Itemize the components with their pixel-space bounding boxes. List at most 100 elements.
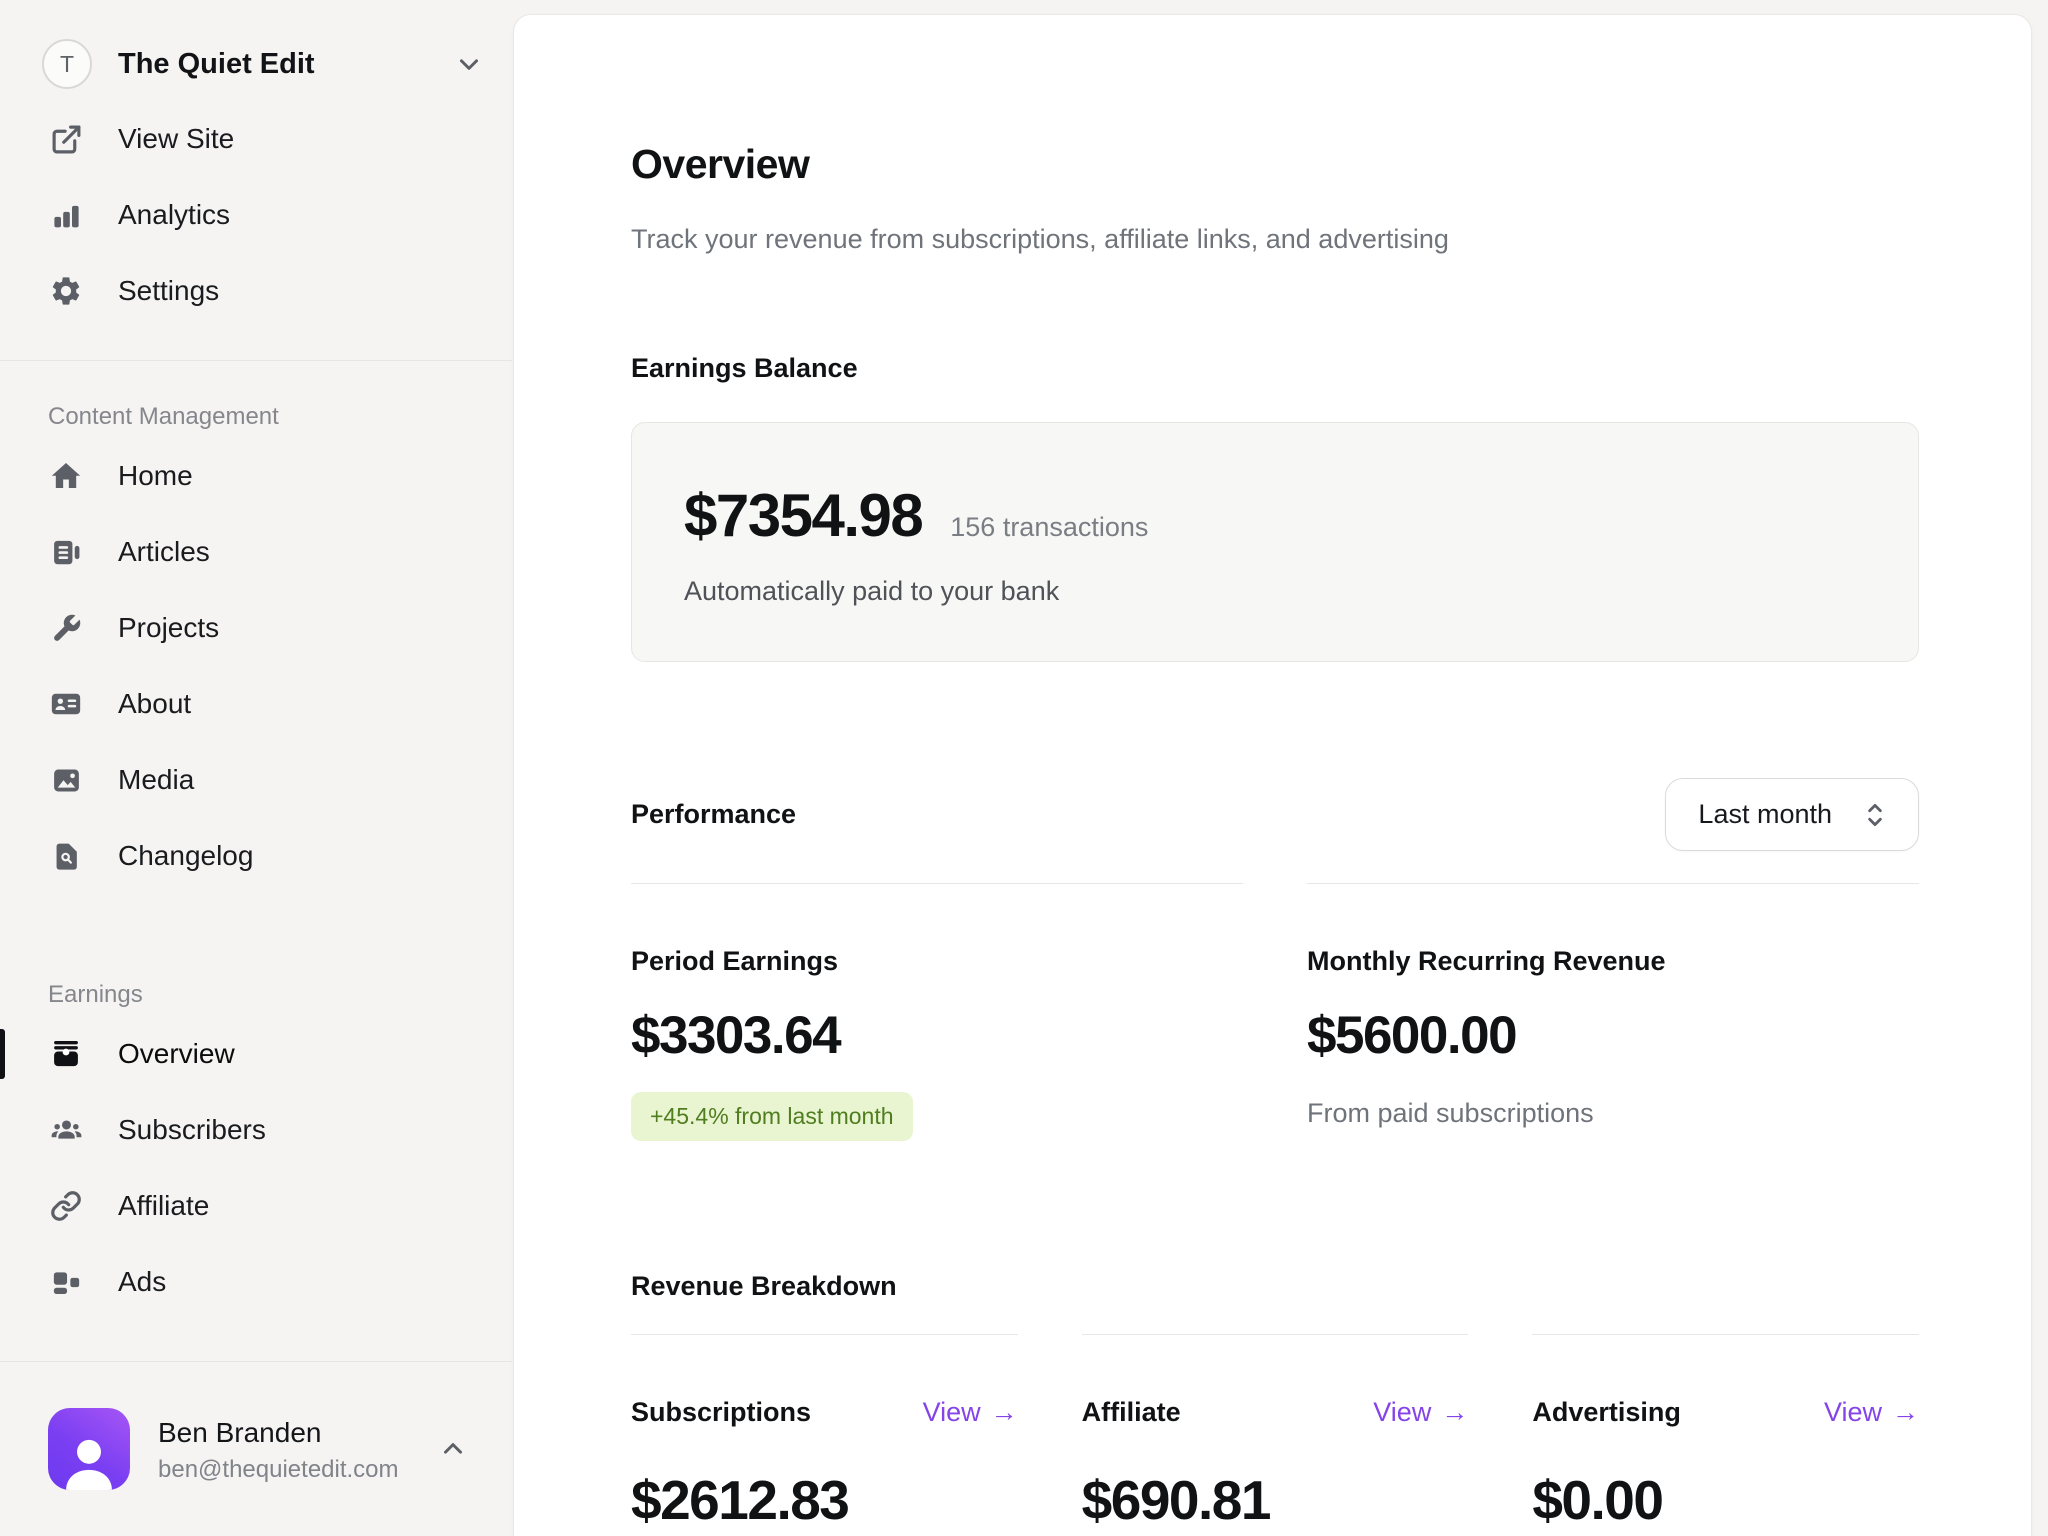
sidebar-item-subscribers[interactable]: Subscribers <box>0 1101 512 1159</box>
arrow-right-icon: → <box>991 1397 1018 1428</box>
sidebar-item-label: Analytics <box>118 199 230 231</box>
revenue-col-affiliate: Affiliate View → $690.81 <box>1082 1334 1469 1532</box>
sidebar-item-affiliate[interactable]: Affiliate <box>0 1177 512 1235</box>
sidebar-item-label: Overview <box>118 1038 235 1070</box>
metric-note: From paid subscriptions <box>1307 1098 1919 1129</box>
page-title: Overview <box>631 141 1919 188</box>
sidebar-item-projects[interactable]: Projects <box>0 599 512 657</box>
section-label-content-management: Content Management <box>48 403 512 431</box>
sidebar-item-label: Affiliate <box>118 1190 209 1222</box>
date-range-value: Last month <box>1698 799 1832 830</box>
view-link-label: View <box>1373 1397 1431 1428</box>
arrow-right-icon: → <box>1892 1397 1919 1428</box>
arrow-right-icon: → <box>1441 1397 1468 1428</box>
metric-label: Monthly Recurring Revenue <box>1307 946 1919 977</box>
earnings-balance-card: $7354.98 156 transactions Automatically … <box>631 422 1919 662</box>
transaction-count: 156 transactions <box>950 512 1148 543</box>
revenue-col-header: Affiliate View → <box>1082 1397 1469 1428</box>
site-initial: T <box>60 51 74 78</box>
metric-value: $3303.64 <box>631 1005 1243 1066</box>
sidebar-footer: Ben Branden ben@thequietedit.com <box>0 1361 512 1536</box>
metric-mrr: Monthly Recurring Revenue $5600.00 From … <box>1307 883 1919 1141</box>
performance-header: Performance Last month <box>631 778 1919 851</box>
view-link-label: View <box>923 1397 981 1428</box>
revenue-col-subscriptions: Subscriptions View → $2612.83 <box>631 1334 1018 1532</box>
sidebar-item-ads[interactable]: Ads <box>0 1253 512 1311</box>
revenue-value: $0.00 <box>1532 1468 1919 1532</box>
balance-row: $7354.98 156 transactions <box>684 481 1866 550</box>
performance-grid: Period Earnings $3303.64 +45.4% from las… <box>631 883 1919 1141</box>
main-area: Overview Track your revenue from subscri… <box>512 0 2048 1536</box>
view-subscriptions-link[interactable]: View → <box>923 1397 1018 1428</box>
sidebar-top-nav: View Site Analytics Settings <box>0 110 512 338</box>
home-icon <box>48 458 84 494</box>
view-advertising-link[interactable]: View → <box>1824 1397 1919 1428</box>
view-link-label: View <box>1824 1397 1882 1428</box>
content-card: Overview Track your revenue from subscri… <box>513 14 2032 1536</box>
sidebar-item-label: Media <box>118 764 194 796</box>
sidebar-item-label: About <box>118 688 191 720</box>
sidebar-item-home[interactable]: Home <box>0 447 512 505</box>
section-label-earnings: Earnings <box>48 981 512 1009</box>
earnings-balance-heading: Earnings Balance <box>631 353 1919 384</box>
sidebar-item-view-site[interactable]: View Site <box>0 110 512 168</box>
app-window: T The Quiet Edit View Site Analytics <box>0 0 2048 1536</box>
ads-layout-icon <box>48 1264 84 1300</box>
sidebar-item-label: Projects <box>118 612 219 644</box>
sidebar-item-label: Articles <box>118 536 210 568</box>
sidebar-item-settings[interactable]: Settings <box>0 262 512 320</box>
users-icon <box>48 1112 84 1148</box>
balance-note: Automatically paid to your bank <box>684 576 1866 607</box>
revenue-col-advertising: Advertising View→ $0.00 <box>1532 1334 1919 1532</box>
gear-icon <box>48 273 84 309</box>
chevron-up-down-icon <box>1862 800 1888 830</box>
wrench-icon <box>48 610 84 646</box>
sidebar-item-label: View Site <box>118 123 234 155</box>
view-affiliate-link[interactable]: View → <box>1373 1397 1468 1428</box>
id-card-icon <box>48 686 84 722</box>
sidebar-item-label: Ads <box>118 1266 166 1298</box>
revenue-col-header: Subscriptions View → <box>631 1397 1018 1428</box>
revenue-label: Subscriptions <box>631 1397 811 1428</box>
site-avatar: T <box>42 39 92 89</box>
file-search-icon <box>48 838 84 874</box>
newspaper-icon <box>48 534 84 570</box>
revenue-breakdown-grid: Subscriptions View → $2612.83 Affiliate V… <box>631 1334 1919 1532</box>
chevron-up-icon <box>438 1434 468 1464</box>
page-subtitle: Track your revenue from subscriptions, a… <box>631 224 1919 255</box>
sidebar-divider <box>0 360 512 361</box>
bar-chart-icon <box>48 197 84 233</box>
sidebar-item-label: Settings <box>118 275 219 307</box>
sidebar-item-media[interactable]: Media <box>0 751 512 809</box>
site-switcher[interactable]: T The Quiet Edit <box>42 34 484 94</box>
change-badge: +45.4% from last month <box>631 1092 913 1141</box>
user-email: ben@thequietedit.com <box>158 1456 438 1484</box>
active-indicator <box>0 1029 5 1079</box>
date-range-select[interactable]: Last month <box>1665 778 1919 851</box>
wallet-icon <box>48 1036 84 1072</box>
revenue-value: $2612.83 <box>631 1468 1018 1532</box>
performance-heading: Performance <box>631 799 796 830</box>
sidebar-item-overview[interactable]: Overview <box>0 1025 512 1083</box>
revenue-label: Affiliate <box>1082 1397 1181 1428</box>
sidebar-item-label: Subscribers <box>118 1114 266 1146</box>
user-menu[interactable]: Ben Branden ben@thequietedit.com <box>48 1408 468 1490</box>
revenue-value: $690.81 <box>1082 1468 1469 1532</box>
avatar <box>48 1408 130 1490</box>
sidebar-content-nav: Home Articles Projects About <box>0 447 512 903</box>
user-name: Ben Branden <box>158 1415 438 1450</box>
site-name: The Quiet Edit <box>118 48 454 81</box>
sidebar-item-analytics[interactable]: Analytics <box>0 186 512 244</box>
image-icon <box>48 762 84 798</box>
sidebar-item-changelog[interactable]: Changelog <box>0 827 512 885</box>
chevron-down-icon <box>454 49 484 79</box>
sidebar-earnings-nav: Overview Subscribers Affiliate Ads <box>0 1025 512 1329</box>
revenue-breakdown-heading: Revenue Breakdown <box>631 1271 1919 1302</box>
sidebar-item-articles[interactable]: Articles <box>0 523 512 581</box>
sidebar-item-about[interactable]: About <box>0 675 512 733</box>
sidebar-item-label: Home <box>118 460 193 492</box>
metric-period-earnings: Period Earnings $3303.64 +45.4% from las… <box>631 883 1243 1141</box>
sidebar: T The Quiet Edit View Site Analytics <box>0 0 512 1536</box>
metric-label: Period Earnings <box>631 946 1243 977</box>
external-link-icon <box>48 121 84 157</box>
